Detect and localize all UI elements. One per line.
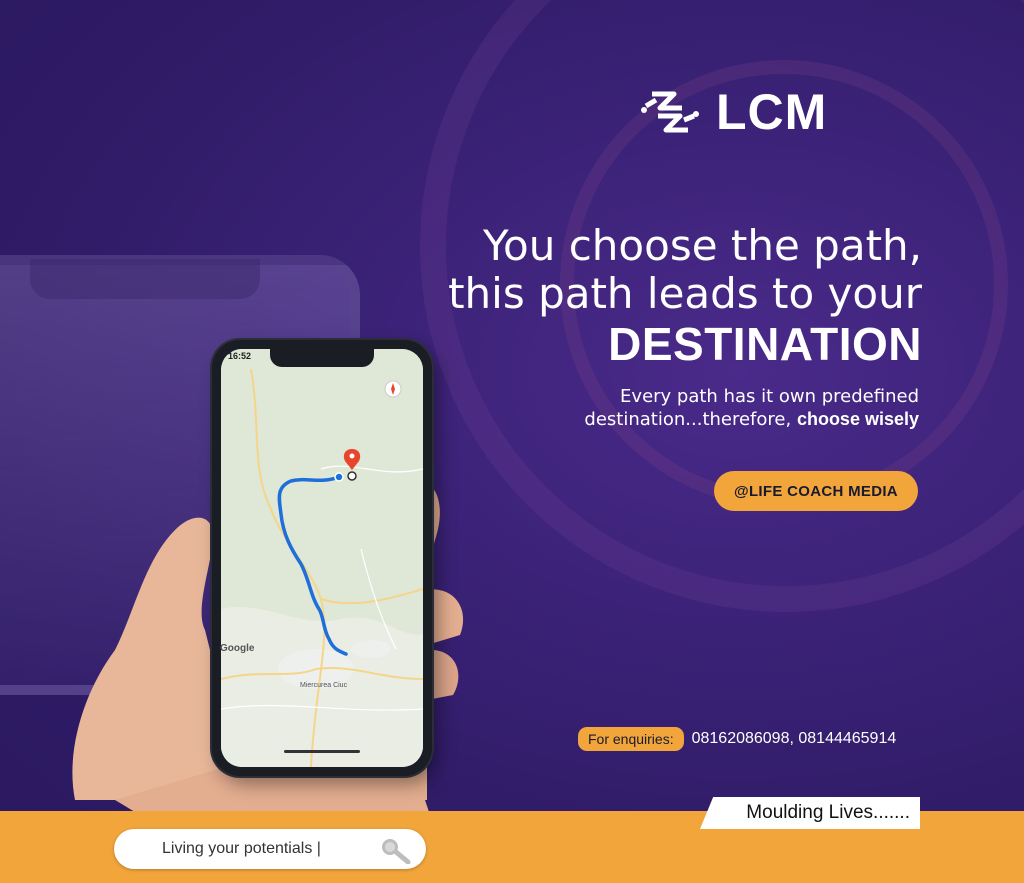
subheadline-line-1: Every path has it own predefined — [620, 386, 919, 407]
enquiries: For enquiries: 08162086098, 08144465914 — [578, 727, 896, 751]
map-screen — [221, 349, 423, 767]
home-indicator — [284, 750, 360, 753]
headline: You choose the path, this path leads to … — [448, 221, 922, 371]
magnifier-icon[interactable] — [378, 836, 412, 864]
subheadline: Every path has it own predefined destina… — [584, 385, 919, 431]
enquiries-label: For enquiries: — [578, 727, 684, 751]
subheadline-emphasis: choose wisely — [796, 409, 919, 429]
headline-line-1: You choose the path, — [482, 221, 922, 270]
subheadline-prefix: destination...therefore, — [584, 409, 797, 430]
poster: LCM You choose the path, this path leads… — [0, 0, 1024, 883]
headline-line-2: this path leads to your — [448, 269, 922, 318]
status-time: 16:52 — [228, 351, 252, 361]
lcm-logo-icon — [641, 91, 699, 133]
brand-logo: LCM — [638, 80, 827, 144]
search-bar[interactable]: Living your potentials | — [114, 829, 426, 869]
map-town-label: Miercurea Ciuc — [300, 682, 348, 689]
phone-numbers[interactable]: 08162086098, 08144465914 — [692, 730, 897, 748]
google-logo: Google — [220, 643, 255, 654]
search-text: Living your potentials | — [162, 840, 321, 857]
tagline: Moulding Lives....... — [700, 797, 920, 829]
social-handle-button[interactable]: @LIFE COACH MEDIA — [714, 471, 918, 511]
brand-name: LCM — [716, 84, 828, 140]
subheadline-line-2: destination...therefore, choose wisely — [584, 408, 919, 431]
phone-notch — [270, 349, 374, 367]
headline-destination: DESTINATION — [608, 318, 922, 370]
map — [221, 349, 423, 767]
smartphone: 16:52 Google Miercurea Ciuc — [212, 340, 432, 776]
